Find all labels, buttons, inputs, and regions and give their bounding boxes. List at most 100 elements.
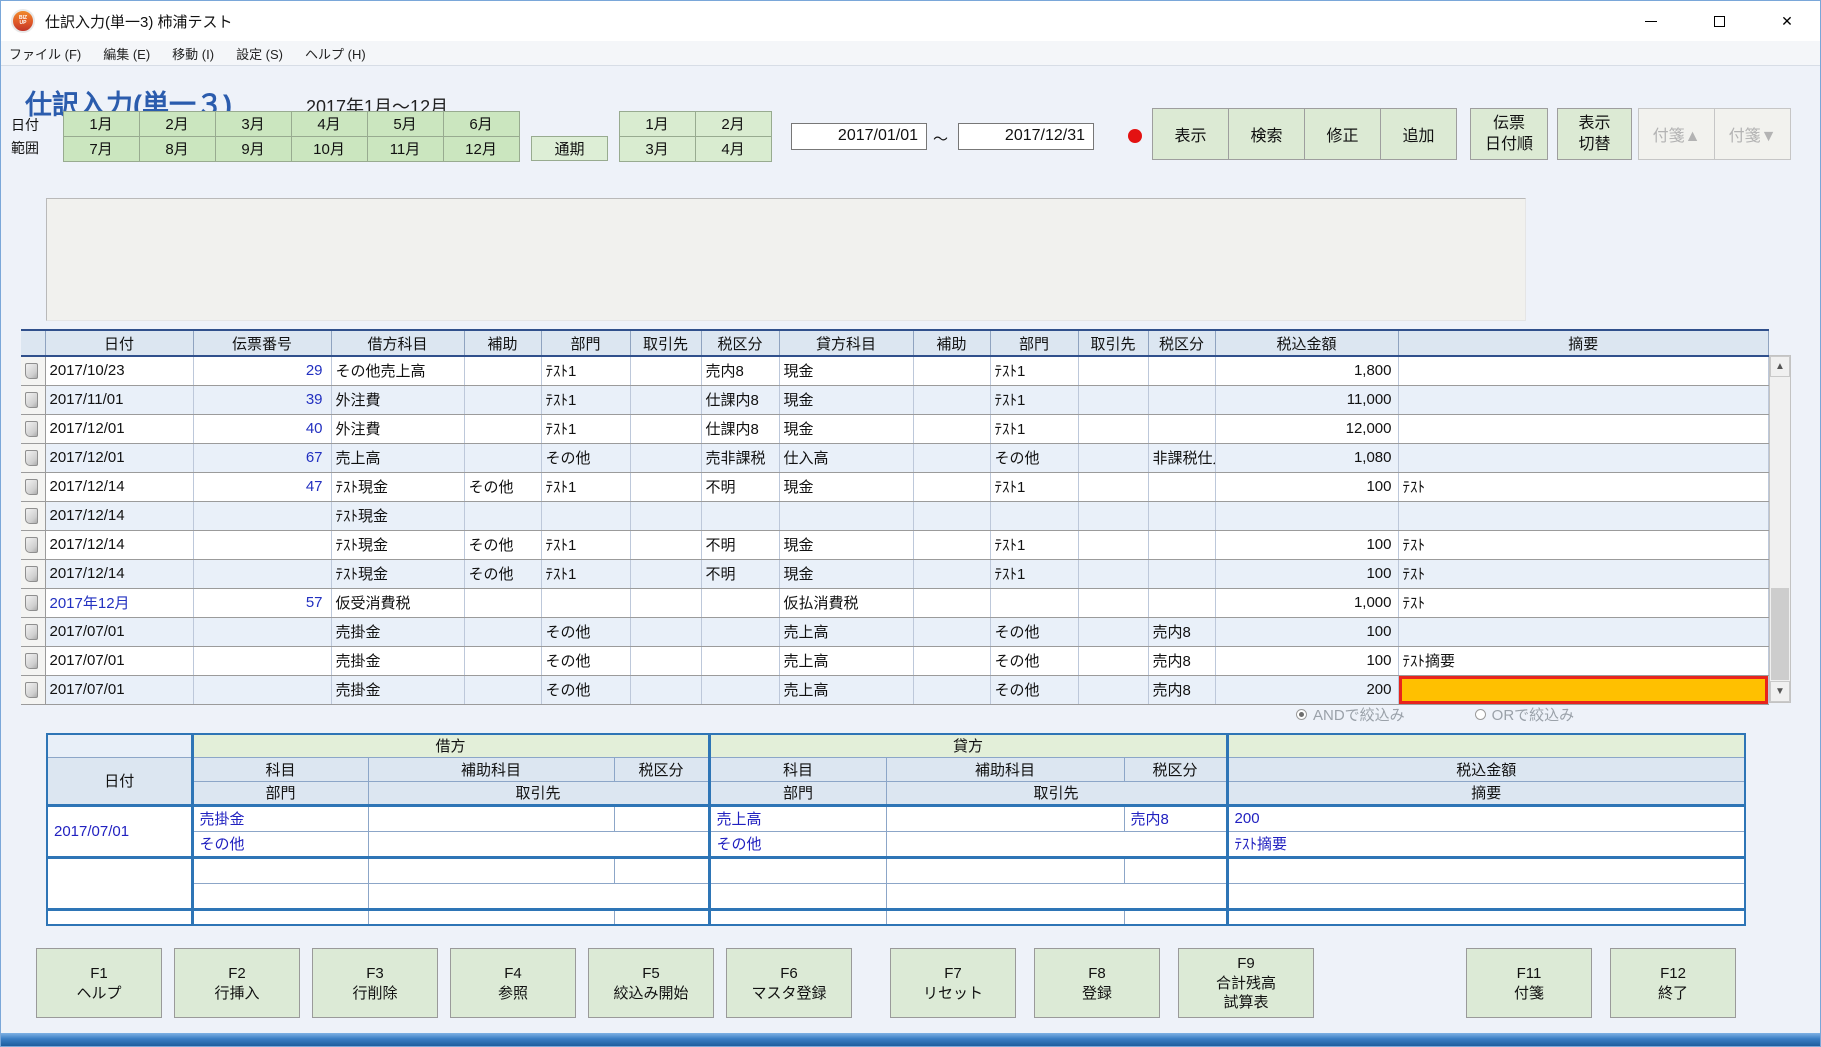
grid-cell[interactable]: ﾃｽﾄ1 bbox=[990, 530, 1078, 559]
menu-item[interactable]: 編集 (E) bbox=[103, 44, 150, 63]
grid-cell[interactable]: ﾃｽﾄ bbox=[1398, 588, 1769, 617]
grid-cell[interactable]: 1,800 bbox=[1215, 356, 1398, 385]
grid-cell[interactable] bbox=[630, 472, 701, 501]
grid-cell[interactable] bbox=[464, 443, 541, 472]
grid-cell[interactable] bbox=[464, 617, 541, 646]
menu-item[interactable]: ヘルプ (H) bbox=[305, 44, 366, 63]
grid-cell[interactable] bbox=[1398, 675, 1769, 704]
fnkey-f8[interactable]: F8登録 bbox=[1034, 948, 1160, 1018]
grid-cell[interactable]: 売掛金 bbox=[331, 617, 464, 646]
grid-cell[interactable] bbox=[913, 356, 990, 385]
grid-cell[interactable]: その他 bbox=[541, 443, 630, 472]
month-button[interactable]: 12月 bbox=[443, 136, 520, 162]
month-button[interactable]: 10月 bbox=[291, 136, 368, 162]
grid-cell[interactable] bbox=[701, 646, 779, 675]
debit-subject-field[interactable] bbox=[192, 857, 368, 883]
grid-cell[interactable]: ﾃｽﾄ1 bbox=[541, 559, 630, 588]
grid-cell[interactable]: ﾃｽﾄ現金 bbox=[331, 559, 464, 588]
row-note-icon[interactable] bbox=[21, 530, 45, 559]
debit-dept-field[interactable]: その他 bbox=[192, 831, 368, 857]
grid-cell[interactable]: 不明 bbox=[701, 472, 779, 501]
grid-cell[interactable] bbox=[913, 617, 990, 646]
grid-cell[interactable] bbox=[913, 646, 990, 675]
grid-cell[interactable]: ﾃｽﾄ1 bbox=[541, 530, 630, 559]
debit-sub-subject-field[interactable] bbox=[368, 857, 614, 883]
month-button[interactable]: 2月 bbox=[695, 111, 772, 137]
scroll-down-icon[interactable]: ▼ bbox=[1770, 681, 1790, 702]
grid-cell[interactable]: 2017/12/14 bbox=[45, 559, 193, 588]
grid-cell[interactable]: 1,080 bbox=[1215, 443, 1398, 472]
debit-sub-subject-field[interactable] bbox=[368, 909, 614, 925]
grid-cell[interactable] bbox=[1215, 501, 1398, 530]
grid-cell[interactable]: 現金 bbox=[779, 356, 913, 385]
scrollbar-thumb[interactable] bbox=[1771, 588, 1789, 680]
date-from-input[interactable]: 2017/01/01 bbox=[791, 123, 927, 150]
credit-dept-field[interactable] bbox=[709, 883, 886, 909]
grid-cell[interactable] bbox=[1078, 646, 1148, 675]
minimize-button[interactable] bbox=[1628, 1, 1674, 41]
close-button[interactable]: ✕ bbox=[1764, 1, 1810, 41]
grid-cell[interactable]: 1,000 bbox=[1215, 588, 1398, 617]
grid-cell[interactable]: ﾃｽﾄ摘要 bbox=[1398, 646, 1769, 675]
grid-cell[interactable]: 2017/12/01 bbox=[45, 443, 193, 472]
grid-cell[interactable] bbox=[1148, 501, 1215, 530]
table-row[interactable]: 2017/12/14ﾃｽﾄ現金 bbox=[21, 501, 1769, 530]
scroll-up-icon[interactable]: ▲ bbox=[1770, 356, 1790, 377]
grid-cell[interactable]: 40 bbox=[193, 414, 331, 443]
grid-cell[interactable] bbox=[913, 559, 990, 588]
credit-sub-subject-field[interactable] bbox=[886, 805, 1124, 831]
grid-cell[interactable] bbox=[1148, 385, 1215, 414]
row-note-icon[interactable] bbox=[21, 385, 45, 414]
debit-subject-field[interactable] bbox=[192, 909, 368, 925]
grid-cell[interactable]: 57 bbox=[193, 588, 331, 617]
grid-cell[interactable]: その他 bbox=[990, 646, 1078, 675]
grid-cell[interactable]: その他 bbox=[541, 646, 630, 675]
grid-cell[interactable] bbox=[1148, 559, 1215, 588]
table-row[interactable]: 2017/12/0140外注費ﾃｽﾄ1仕課内8現金ﾃｽﾄ112,000 bbox=[21, 414, 1769, 443]
grid-cell[interactable] bbox=[1078, 356, 1148, 385]
credit-dept-field[interactable]: その他 bbox=[709, 831, 886, 857]
modify-button[interactable]: 修正 bbox=[1304, 108, 1381, 160]
debit-partner-field[interactable] bbox=[368, 883, 709, 909]
grid-cell[interactable]: ﾃｽﾄ bbox=[1398, 530, 1769, 559]
grid-cell[interactable]: 2017/12/14 bbox=[45, 530, 193, 559]
grid-cell[interactable] bbox=[1078, 559, 1148, 588]
month-button[interactable]: 2月 bbox=[139, 111, 216, 137]
grid-cell[interactable]: 現金 bbox=[779, 559, 913, 588]
grid-cell[interactable]: ﾃｽﾄ1 bbox=[541, 385, 630, 414]
grid-cell[interactable]: 47 bbox=[193, 472, 331, 501]
grid-cell[interactable] bbox=[1078, 675, 1148, 704]
grid-cell[interactable] bbox=[193, 530, 331, 559]
fusen-down-button[interactable]: 付箋▼ bbox=[1714, 108, 1791, 160]
grid-cell[interactable]: 売上高 bbox=[331, 443, 464, 472]
grid-cell[interactable]: 売上高 bbox=[779, 646, 913, 675]
grid-cell[interactable]: その他売上高 bbox=[331, 356, 464, 385]
grid-cell[interactable]: 売内8 bbox=[1148, 675, 1215, 704]
grid-cell[interactable]: 67 bbox=[193, 443, 331, 472]
maximize-button[interactable] bbox=[1696, 1, 1742, 41]
grid-cell[interactable] bbox=[1078, 443, 1148, 472]
grid-cell[interactable]: 仕課内8 bbox=[701, 414, 779, 443]
grid-cell[interactable]: 不明 bbox=[701, 559, 779, 588]
grid-cell[interactable]: 仕課内8 bbox=[701, 385, 779, 414]
credit-sub-subject-field[interactable] bbox=[886, 909, 1124, 925]
grid-cell[interactable] bbox=[990, 501, 1078, 530]
month-button[interactable]: 1月 bbox=[63, 111, 140, 137]
grid-cell[interactable]: ﾃｽﾄ1 bbox=[990, 472, 1078, 501]
grid-cell[interactable]: その他 bbox=[464, 559, 541, 588]
grid-cell[interactable] bbox=[701, 588, 779, 617]
grid-cell[interactable] bbox=[779, 501, 913, 530]
vertical-scrollbar[interactable]: ▲ ▼ bbox=[1769, 355, 1791, 703]
grid-cell[interactable]: ﾃｽﾄ bbox=[1398, 559, 1769, 588]
grid-cell[interactable]: ﾃｽﾄ1 bbox=[541, 356, 630, 385]
grid-cell[interactable]: その他 bbox=[990, 675, 1078, 704]
grid-cell[interactable] bbox=[1398, 385, 1769, 414]
grid-cell[interactable]: 100 bbox=[1215, 617, 1398, 646]
grid-cell[interactable]: ﾃｽﾄ1 bbox=[990, 356, 1078, 385]
grid-cell[interactable] bbox=[630, 559, 701, 588]
fnkey-f3[interactable]: F3行削除 bbox=[312, 948, 438, 1018]
credit-sub-subject-field[interactable] bbox=[886, 857, 1124, 883]
grid-cell[interactable]: 100 bbox=[1215, 472, 1398, 501]
month-button[interactable]: 11月 bbox=[367, 136, 444, 162]
debit-dept-field[interactable] bbox=[192, 883, 368, 909]
